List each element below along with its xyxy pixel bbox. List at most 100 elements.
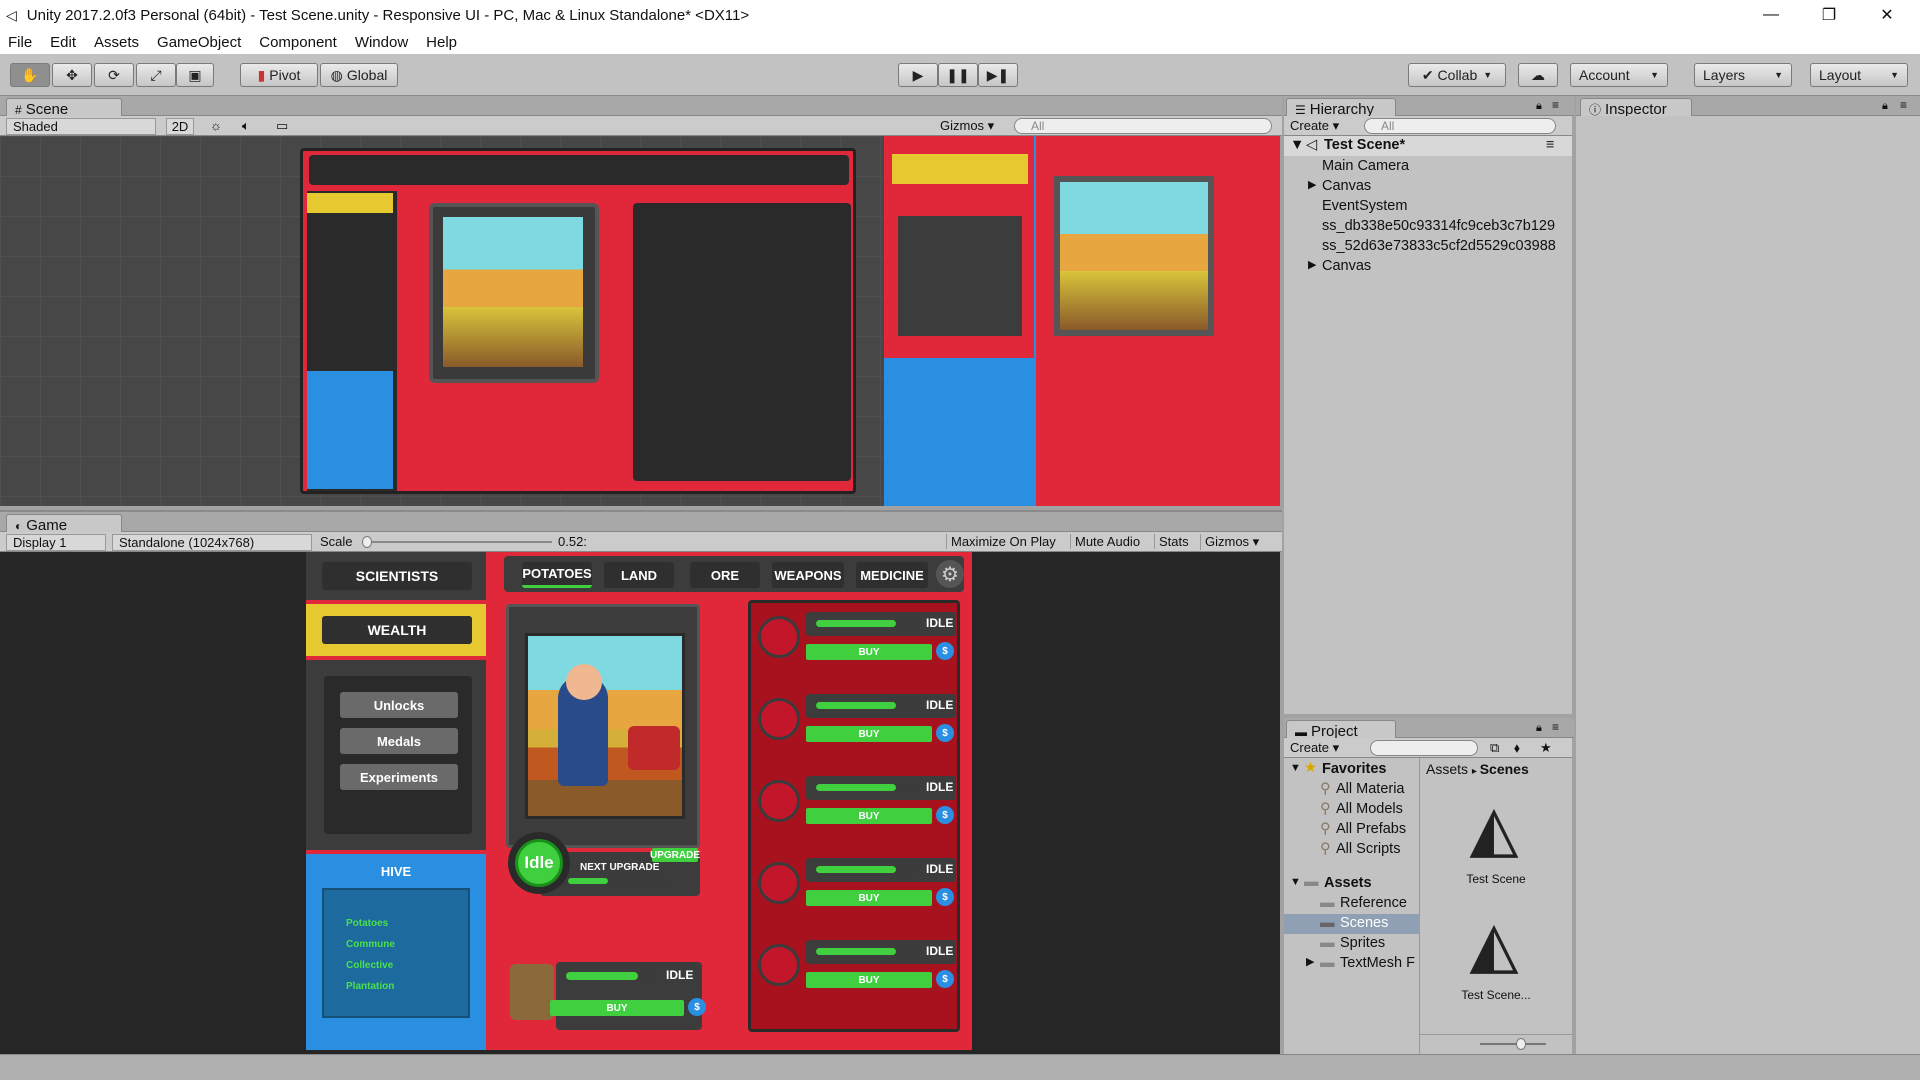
breadcrumb-item[interactable]: Assets — [1426, 761, 1468, 777]
assets-label[interactable]: Assets — [1324, 875, 1372, 891]
expand-arrow-icon[interactable]: ▼ — [1290, 137, 1304, 153]
collapse-arrow-icon[interactable]: ▶ — [1308, 258, 1316, 271]
breadcrumb-item[interactable]: Scenes — [1480, 761, 1529, 777]
menu-help[interactable]: Help — [426, 34, 457, 51]
favorite-item[interactable]: All Scripts — [1336, 841, 1400, 857]
maximize-button[interactable]: ❐ — [1806, 0, 1852, 30]
hierarchy-item[interactable]: Canvas — [1322, 178, 1371, 194]
panel-menu-icon[interactable]: ≡ — [1552, 720, 1559, 734]
tab-ore[interactable]: ORE — [690, 562, 760, 588]
menu-window[interactable]: Window — [355, 34, 408, 51]
assets-folder[interactable]: Sprites — [1340, 935, 1385, 951]
industry-row-icon[interactable] — [758, 616, 800, 658]
hive-item[interactable]: Plantation — [346, 981, 394, 992]
filter-label-icon[interactable]: ⬧ — [1514, 740, 1520, 756]
zoom-slider-handle[interactable] — [1516, 1038, 1526, 1050]
panel-menu-icon[interactable]: ≡ — [1900, 98, 1907, 112]
hierarchy-create-dropdown[interactable]: Create ▾ — [1290, 118, 1339, 134]
industry-row-icon[interactable] — [758, 780, 800, 822]
lock-icon[interactable]: 🔒︎ — [1536, 100, 1542, 113]
scientists-button[interactable]: SCIENTISTS — [322, 562, 472, 590]
row-buy-button[interactable]: BUY — [806, 890, 932, 906]
lighting-icon[interactable]: ☼ — [210, 118, 222, 133]
lock-icon[interactable]: 🔒︎ — [1882, 100, 1888, 113]
star-icon[interactable]: ★ — [1540, 740, 1552, 756]
favorite-item[interactable]: All Models — [1336, 801, 1403, 817]
scale-tool-button[interactable]: ⤢ — [136, 63, 176, 87]
industry-row-icon[interactable] — [758, 862, 800, 904]
menu-edit[interactable]: Edit — [50, 34, 76, 51]
rotate-tool-button[interactable]: ⟳ — [94, 63, 134, 87]
idle-button[interactable]: Idle — [515, 839, 563, 887]
pivot-toggle[interactable]: ▮ Pivot — [240, 63, 318, 87]
industry-row-icon[interactable] — [758, 944, 800, 986]
medals-button[interactable]: Medals — [340, 728, 458, 754]
layout-dropdown[interactable]: Layout ▼ — [1810, 63, 1908, 87]
scene-gizmos-dropdown[interactable]: Gizmos ▾ — [940, 118, 1006, 134]
scene-menu-icon[interactable]: ≡ — [1546, 137, 1554, 153]
hierarchy-item[interactable]: Canvas — [1322, 258, 1371, 274]
hive-item[interactable]: Potatoes — [346, 918, 388, 929]
assets-folder[interactable]: Reference — [1340, 895, 1407, 911]
hand-tool-button[interactable]: ✋ — [10, 63, 50, 87]
stats-toggle[interactable]: Stats — [1154, 534, 1189, 549]
scene-view[interactable] — [0, 136, 1280, 506]
row-buy-button[interactable]: BUY — [806, 808, 932, 824]
scene-search-input[interactable]: All — [1014, 118, 1272, 134]
collapse-arrow-icon[interactable]: ▶ — [1308, 178, 1316, 191]
scale-slider-track[interactable] — [362, 541, 552, 543]
row-buy-button[interactable]: BUY — [806, 726, 932, 742]
assets-folder[interactable]: Scenes — [1340, 915, 1388, 931]
account-dropdown[interactable]: Account ▼ — [1570, 63, 1668, 87]
scene-canvas-secondary[interactable] — [884, 136, 1280, 506]
rect-tool-button[interactable]: ▣ — [176, 63, 214, 87]
scene-root-row[interactable]: ▼ ◁ Test Scene* ≡ — [1284, 136, 1572, 156]
global-toggle[interactable]: ◍ Global — [320, 63, 398, 87]
collapse-arrow-icon[interactable]: ▶ — [1306, 955, 1314, 968]
close-button[interactable]: ✕ — [1864, 0, 1910, 30]
project-create-dropdown[interactable]: Create ▾ — [1290, 740, 1339, 756]
unlocks-button[interactable]: Unlocks — [340, 692, 458, 718]
menu-assets[interactable]: Assets — [94, 34, 139, 51]
assets-folder[interactable]: TextMesh F — [1340, 955, 1420, 971]
pause-button[interactable]: ❚❚ — [938, 63, 978, 87]
2d-toggle[interactable]: 2D — [166, 118, 194, 135]
panel-menu-icon[interactable]: ≡ — [1552, 98, 1559, 112]
hierarchy-item[interactable]: Main Camera — [1322, 158, 1409, 174]
expand-arrow-icon[interactable]: ▼ — [1290, 876, 1301, 888]
favorite-item[interactable]: All Materia — [1336, 781, 1405, 797]
hierarchy-search-input[interactable]: All — [1364, 118, 1556, 134]
worker-buy-button[interactable]: BUY — [550, 1000, 684, 1016]
step-button[interactable]: ▶❚ — [978, 63, 1018, 87]
hive-item[interactable]: Collective — [346, 960, 393, 971]
layers-dropdown[interactable]: Layers ▼ — [1694, 63, 1792, 87]
menu-gameobject[interactable]: GameObject — [157, 34, 241, 51]
hierarchy-item[interactable]: ss_52d63e73833c5cf2d5529c03988 — [1322, 238, 1572, 254]
move-tool-button[interactable]: ✥ — [52, 63, 92, 87]
game-gizmos-dropdown[interactable]: Gizmos ▾ — [1200, 534, 1259, 550]
asset-file[interactable]: Test Scene... — [1420, 988, 1572, 1002]
effects-icon[interactable]: ▭ — [276, 118, 288, 134]
mute-audio-toggle[interactable]: Mute Audio — [1070, 534, 1140, 549]
menu-component[interactable]: Component — [259, 34, 337, 51]
industry-row-icon[interactable] — [758, 698, 800, 740]
tab-land[interactable]: LAND — [604, 562, 674, 588]
play-button[interactable]: ▶ — [898, 63, 938, 87]
row-buy-button[interactable]: BUY — [806, 972, 932, 988]
hierarchy-item[interactable]: ss_db338e50c93314fc9ceb3c7b129 — [1322, 218, 1572, 234]
settings-gear-icon[interactable]: ⚙ — [936, 560, 964, 588]
resolution-dropdown[interactable]: Standalone (1024x768) — [112, 534, 312, 551]
tab-weapons[interactable]: WEAPONS — [772, 562, 844, 588]
hive-item[interactable]: Commune — [346, 939, 395, 950]
experiments-button[interactable]: Experiments — [340, 764, 458, 790]
wealth-button[interactable]: WEALTH — [322, 616, 472, 644]
minimize-button[interactable]: — — [1748, 0, 1794, 30]
scene-canvas-primary[interactable] — [300, 148, 856, 494]
game-view[interactable]: SCIENTISTS WEALTH Unlocks Medals Experim… — [0, 552, 1280, 1054]
unity-scene-icon[interactable]: ◭ — [1454, 788, 1534, 868]
asset-file[interactable]: Test Scene — [1420, 872, 1572, 886]
upgrade-button[interactable]: UPGRADE — [650, 848, 700, 862]
shading-dropdown[interactable]: Shaded — [6, 118, 156, 135]
cloud-button[interactable]: ☁ — [1518, 63, 1558, 87]
display-dropdown[interactable]: Display 1 — [6, 534, 106, 551]
